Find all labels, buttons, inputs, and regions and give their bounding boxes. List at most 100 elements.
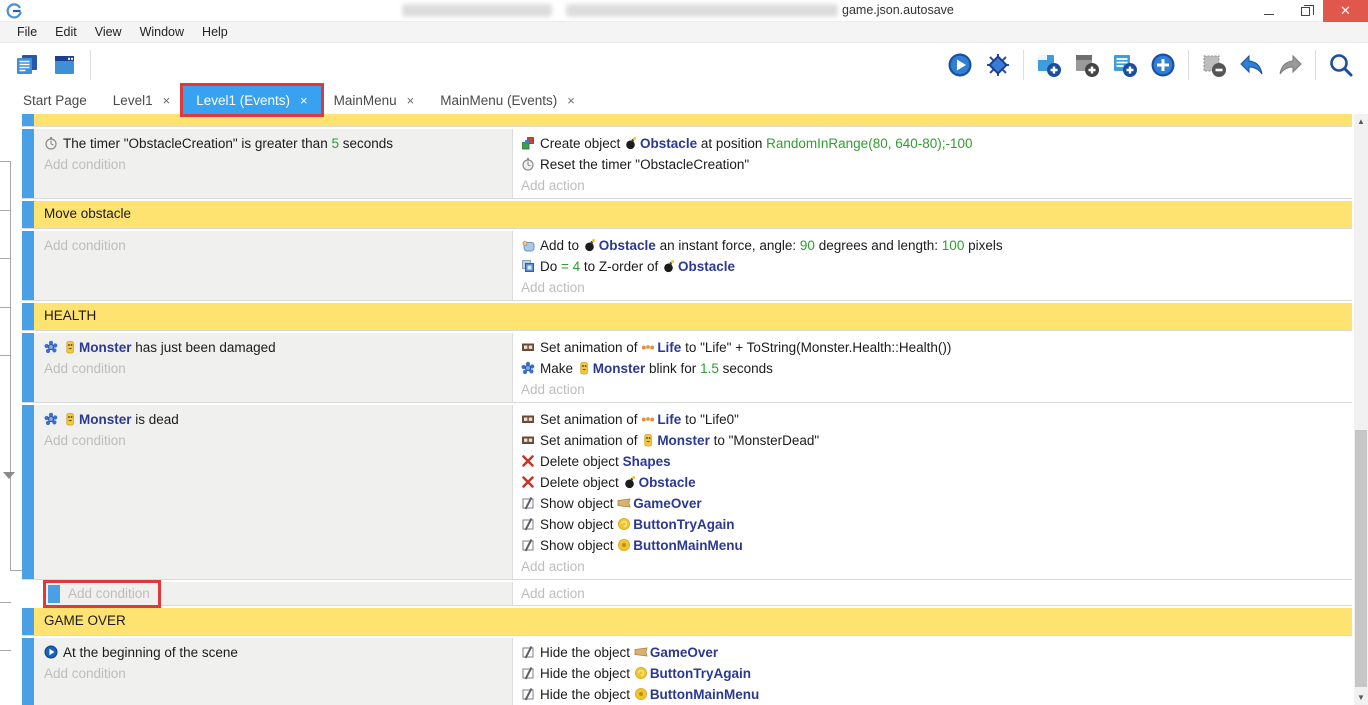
- tab-close-icon[interactable]: ×: [567, 93, 575, 108]
- timer-icon: [44, 135, 58, 149]
- close-button[interactable]: ✕: [1323, 0, 1368, 22]
- action-row[interactable]: Delete object Obstacle: [521, 472, 1344, 493]
- restore-button[interactable]: [1287, 0, 1323, 22]
- delete-icon: [521, 474, 535, 488]
- add-condition[interactable]: Add condition: [44, 663, 504, 684]
- action-row[interactable]: Do = 4 to Z-order of Obstacle: [521, 256, 1344, 277]
- scrollbar-thumb[interactable]: [1355, 430, 1367, 687]
- scroll-up-icon[interactable]: ▲: [1354, 114, 1368, 129]
- event-handle[interactable]: [22, 129, 34, 198]
- banner-object-icon: [634, 644, 648, 658]
- menu-file[interactable]: File: [8, 22, 46, 43]
- scene-editor-button[interactable]: [48, 48, 82, 82]
- value-text: 90: [800, 238, 815, 253]
- add-condition[interactable]: Add condition: [44, 154, 504, 175]
- condition-row[interactable]: At the beginning of the scene: [44, 642, 504, 663]
- object-name: ButtonMainMenu: [650, 687, 759, 702]
- behavior-icon: [44, 339, 58, 353]
- instruction-text: to "Life" + ToString(Monster.Health::Hea…: [681, 340, 951, 355]
- action-row[interactable]: Hide the object GameOver: [521, 642, 1344, 663]
- event-handle[interactable]: [22, 333, 34, 402]
- action-row[interactable]: Reset the timer "ObstacleCreation": [521, 154, 1344, 175]
- scroll-down-icon[interactable]: ▼: [1354, 690, 1368, 705]
- add-action[interactable]: Add action: [521, 586, 585, 601]
- event-handle[interactable]: [22, 231, 34, 300]
- add-event-button[interactable]: [1032, 48, 1066, 82]
- instruction-text: degrees and length:: [815, 238, 942, 253]
- life-object-icon: [641, 339, 655, 353]
- subevent-handle[interactable]: [48, 585, 60, 603]
- instruction-text: to "Life0": [681, 412, 739, 427]
- menu-help[interactable]: Help: [193, 22, 237, 43]
- comment-text[interactable]: [34, 114, 1352, 126]
- preview-play-button[interactable]: [943, 48, 977, 82]
- add-more-button[interactable]: [1146, 48, 1180, 82]
- action-row[interactable]: Show object ButtonMainMenu: [521, 535, 1344, 556]
- menu-window[interactable]: Window: [131, 22, 193, 43]
- add-condition[interactable]: Add condition: [44, 235, 504, 256]
- event-handle[interactable]: [22, 201, 34, 228]
- tab-close-icon[interactable]: ×: [163, 93, 171, 108]
- annotated-add-condition[interactable]: Add condition: [46, 583, 158, 605]
- undo-button[interactable]: [1235, 48, 1269, 82]
- comment-text[interactable]: Move obstacle: [34, 201, 1352, 228]
- event-row: Monster is deadAdd condition Set animatio…: [22, 405, 1352, 580]
- add-action[interactable]: Add action: [521, 556, 1344, 577]
- redo-button[interactable]: [1273, 48, 1307, 82]
- banner-object-icon: [617, 495, 631, 509]
- search-button[interactable]: [1324, 48, 1358, 82]
- action-row[interactable]: Hide the object ButtonMainMenu: [521, 684, 1344, 705]
- comment-text[interactable]: HEALTH: [34, 303, 1352, 330]
- add-condition[interactable]: Add condition: [44, 430, 504, 451]
- add-condition[interactable]: Add condition: [44, 358, 504, 379]
- add-subevent-icon: [1074, 52, 1100, 78]
- action-row[interactable]: Delete object Shapes: [521, 451, 1344, 472]
- instruction-text: Set animation of: [540, 340, 641, 355]
- tab-level1[interactable]: Level1×: [100, 86, 183, 114]
- action-row[interactable]: Show object GameOver: [521, 493, 1344, 514]
- add-action[interactable]: Add action: [521, 379, 1344, 400]
- event-handle[interactable]: [22, 608, 34, 635]
- minimize-button[interactable]: [1251, 0, 1287, 22]
- action-row[interactable]: Set animation of Life to "Life" + ToStri…: [521, 337, 1344, 358]
- delete-event-button[interactable]: [1197, 48, 1231, 82]
- event-handle[interactable]: [22, 114, 34, 126]
- add-condition[interactable]: Add condition: [68, 586, 150, 601]
- project-manager-button[interactable]: [10, 48, 44, 82]
- close-icon: ✕: [1340, 3, 1351, 19]
- add-comment-button[interactable]: [1108, 48, 1142, 82]
- action-row[interactable]: Set animation of Monster to "MonsterDead…: [521, 430, 1344, 451]
- tab-mainmenu-events-[interactable]: MainMenu (Events)×: [427, 86, 588, 114]
- tab-start-page[interactable]: Start Page: [10, 86, 100, 114]
- comment-text[interactable]: GAME OVER: [34, 608, 1352, 635]
- value-text: 1.5: [700, 361, 719, 376]
- object-name: GameOver: [633, 496, 701, 511]
- event-handle[interactable]: [22, 405, 34, 579]
- tab-close-icon[interactable]: ×: [300, 93, 308, 108]
- action-row[interactable]: Show object ButtonTryAgain: [521, 514, 1344, 535]
- action-row[interactable]: Make Monster blink for 1.5 seconds: [521, 358, 1344, 379]
- condition-row[interactable]: Monster is dead: [44, 409, 504, 430]
- action-row[interactable]: Create object Obstacle at position Rando…: [521, 133, 1344, 154]
- event-handle[interactable]: [22, 303, 34, 330]
- add-action[interactable]: Add action: [521, 277, 1344, 298]
- add-subevent-button[interactable]: [1070, 48, 1104, 82]
- event-handle[interactable]: [22, 638, 34, 705]
- collapse-arrow-icon[interactable]: [3, 472, 15, 479]
- action-row[interactable]: Add to Obstacle an instant force, angle:…: [521, 235, 1344, 256]
- add-comment-icon: [1112, 52, 1138, 78]
- menu-view[interactable]: View: [86, 22, 131, 43]
- condition-row[interactable]: The timer "ObstacleCreation" is greater …: [44, 133, 504, 154]
- tab-close-icon[interactable]: ×: [407, 93, 415, 108]
- menu-edit[interactable]: Edit: [46, 22, 86, 43]
- action-row[interactable]: Hide the object ButtonTryAgain: [521, 663, 1344, 684]
- tab-label: Level1 (Events): [196, 93, 290, 108]
- vertical-scrollbar[interactable]: ▲ ▼: [1354, 114, 1368, 705]
- tab-mainmenu[interactable]: MainMenu×: [321, 86, 428, 114]
- action-row[interactable]: Set animation of Life to "Life0": [521, 409, 1344, 430]
- debug-button[interactable]: [981, 48, 1015, 82]
- tab-level1-events-[interactable]: Level1 (Events) ×: [183, 86, 320, 114]
- redacted-title-text: [566, 4, 838, 17]
- condition-row[interactable]: Monster has just been damaged: [44, 337, 504, 358]
- add-action[interactable]: Add action: [521, 175, 1344, 196]
